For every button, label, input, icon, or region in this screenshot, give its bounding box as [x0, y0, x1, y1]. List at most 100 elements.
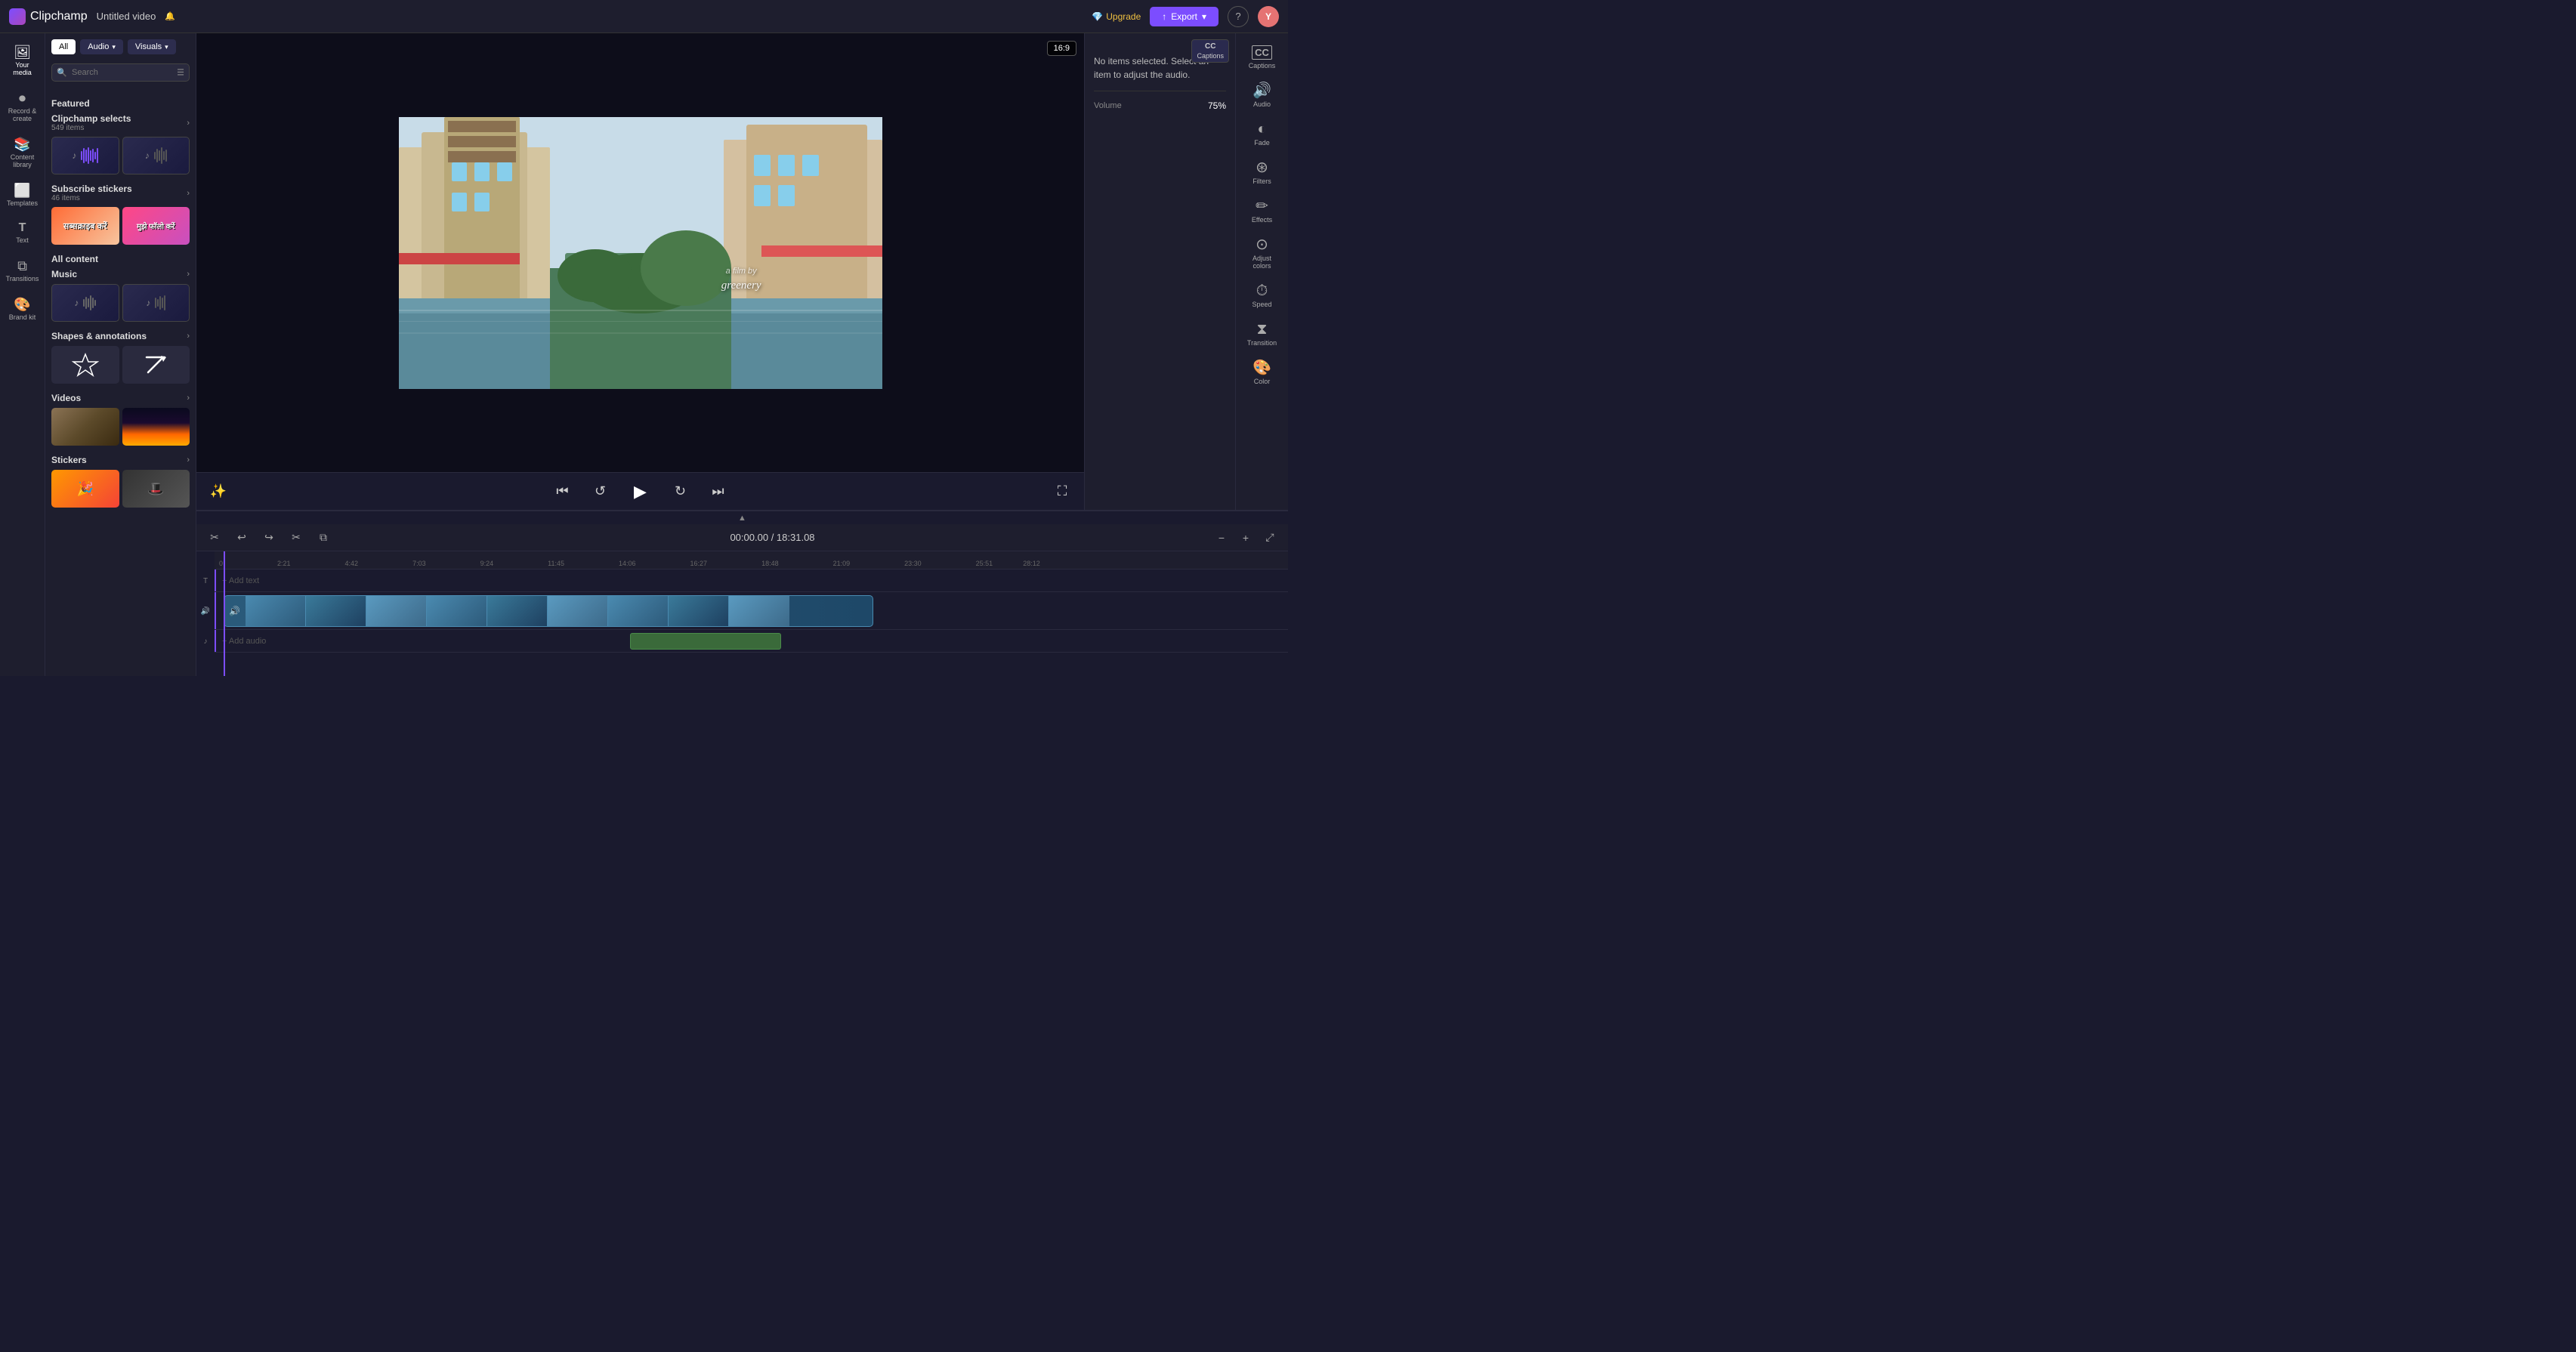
transition-right-icon: ⧗	[1256, 322, 1267, 337]
sidebar-item-text[interactable]: T Text	[3, 216, 42, 250]
clip-sound-icon: 🔊	[229, 606, 240, 616]
right-panel-effects[interactable]: ✏ Effects	[1240, 193, 1285, 230]
stickers-section-header[interactable]: Stickers ›	[51, 455, 190, 465]
undo-button[interactable]: ↩	[231, 527, 252, 548]
search-input[interactable]	[51, 63, 190, 82]
help-button[interactable]: ?	[1228, 6, 1249, 27]
music-thumb-1[interactable]: ♪	[51, 137, 119, 174]
volume-value: 75%	[1208, 100, 1226, 111]
sidebar-item-content-library[interactable]: 📚 Contentlibrary	[3, 131, 42, 174]
center-column: 16:9	[196, 33, 1288, 676]
videos-section-header[interactable]: Videos ›	[51, 393, 190, 403]
right-panel-speed[interactable]: ⏱ Speed	[1240, 277, 1285, 314]
sticker-item-2[interactable]: 🎩	[122, 470, 190, 508]
rewind-button[interactable]: ↺	[588, 479, 613, 505]
filter-audio-button[interactable]: Audio ▾	[80, 39, 123, 54]
scissors-tool-button[interactable]: ✂	[204, 527, 225, 548]
chevron-right-icon: ›	[187, 332, 190, 341]
your-media-icon: 🖼	[14, 45, 31, 59]
fit-timeline-button[interactable]: ⤢	[1259, 527, 1280, 548]
sticker-thumb-1[interactable]: सब्सक्राइब करें	[51, 207, 119, 245]
forward-button[interactable]: ↻	[668, 479, 693, 505]
speed-right-icon: ⏱	[1256, 283, 1268, 298]
right-panel-filters[interactable]: ⊛ Filters	[1240, 154, 1285, 191]
sidebar-item-record-create[interactable]: ⏺ Record &create	[3, 85, 42, 128]
aspect-ratio-badge[interactable]: 16:9	[1047, 41, 1076, 56]
text-icon: T	[19, 222, 26, 234]
skip-back-button[interactable]: ⏮	[550, 479, 576, 505]
add-text-button[interactable]: + Add text	[216, 576, 259, 585]
captions-button[interactable]: CC Captions	[1191, 39, 1229, 63]
sidebar-item-brand-kit[interactable]: 🎨 Brand kit	[3, 292, 42, 327]
zoom-out-button[interactable]: −	[1211, 527, 1232, 548]
featured-section-title: Featured	[51, 98, 190, 109]
playback-controls: ✨ ⏮ ↺ ▶ ↻ ⏭ ⛶	[196, 472, 1084, 510]
center-area: 16:9	[196, 33, 1084, 510]
chevron-right-icon: ›	[187, 189, 190, 198]
music-section-header[interactable]: Music ›	[51, 269, 190, 279]
chevron-right-icon: ›	[187, 119, 190, 128]
timeline-time-display: 00:00.00 / 18:31.08	[340, 532, 1205, 543]
sidebar-item-templates[interactable]: ⬜ Templates	[3, 177, 42, 213]
video-thumb-2[interactable]	[122, 408, 190, 446]
export-button[interactable]: ↑ Export ▾	[1150, 7, 1219, 26]
right-panel-audio[interactable]: 🔊 Audio	[1240, 77, 1285, 114]
video-title[interactable]: Untitled video	[97, 11, 156, 22]
fullscreen-button[interactable]: ⛶	[1049, 479, 1075, 505]
music-item-1[interactable]: ♪	[51, 284, 119, 322]
chevron-right-icon: ›	[187, 270, 190, 279]
shape-thumb-1[interactable]	[51, 346, 119, 384]
app-logo[interactable]: Clipchamp	[9, 8, 88, 25]
preview-row: 16:9	[196, 33, 1288, 510]
music-item-2[interactable]: ♪	[122, 284, 190, 322]
ruler-221: 2:21	[277, 560, 291, 567]
stickers-grid: 🎉 🎩	[51, 470, 190, 508]
skip-forward-button[interactable]: ⏭	[706, 479, 731, 505]
left-panel-content: Featured Clipchamp selects 549 items › ♪…	[45, 88, 196, 676]
sticker-thumb-2[interactable]: मुझे फॉलो करें	[122, 207, 190, 245]
sticker-item-1[interactable]: 🎉	[51, 470, 119, 508]
filters-right-icon: ⊛	[1256, 160, 1268, 175]
zoom-in-button[interactable]: +	[1235, 527, 1256, 548]
subscribe-stickers-grid: सब्सक्राइब करें मुझे फॉलो करें	[51, 207, 190, 245]
subscribe-stickers-header[interactable]: Subscribe stickers 46 items ›	[51, 184, 190, 202]
cut-button[interactable]: ✂	[286, 527, 307, 548]
right-panel-fade[interactable]: ◐ Fade	[1240, 116, 1285, 153]
filter-all-button[interactable]: All	[51, 39, 76, 54]
right-panel-adjust-colors[interactable]: ⊙ Adjustcolors	[1240, 231, 1285, 276]
clipchamp-selects-header[interactable]: Clipchamp selects 549 items ›	[51, 113, 190, 132]
filter-visuals-button[interactable]: Visuals ▾	[128, 39, 176, 54]
transitions-icon: ⧉	[17, 259, 27, 273]
ruler-703: 7:03	[412, 560, 426, 567]
right-panel-transition[interactable]: ⧗ Transition	[1240, 316, 1285, 353]
right-panel-captions[interactable]: CC Captions	[1240, 39, 1285, 76]
upgrade-button[interactable]: 💎 Upgrade	[1092, 11, 1141, 22]
export-chevron-icon: ▾	[1202, 11, 1206, 22]
sidebar-nav: 🖼 Your media ⏺ Record &create 📚 Contentl…	[0, 33, 45, 676]
playback-left-controls: ✨	[205, 479, 231, 505]
ruler-1406: 14:06	[619, 560, 636, 567]
redo-button[interactable]: ↪	[258, 527, 280, 548]
sort-icon[interactable]: ☰	[177, 68, 184, 78]
play-pause-button[interactable]: ▶	[625, 477, 656, 507]
add-audio-button[interactable]: + Add audio	[216, 637, 266, 646]
video-thumb-1[interactable]	[51, 408, 119, 446]
effects-right-icon: ✏	[1256, 199, 1268, 214]
sidebar-item-transitions[interactable]: ⧉ Transitions	[3, 253, 42, 289]
left-panel: All Audio ▾ Visuals ▾ 🔍 ☰ Featured Clipc…	[45, 33, 196, 676]
volume-label: Volume	[1094, 101, 1122, 110]
search-icon: 🔍	[57, 68, 67, 78]
audio-clip[interactable]	[630, 633, 781, 650]
user-avatar[interactable]: Y	[1258, 6, 1279, 27]
magic-edit-button[interactable]: ✨	[205, 479, 231, 505]
copy-button[interactable]: ⧉	[313, 527, 334, 548]
video-clip[interactable]: 🔊	[224, 595, 873, 627]
shape-thumb-2[interactable]	[122, 346, 190, 384]
music-thumb-2[interactable]: ♪	[122, 137, 190, 174]
timeline-collapse-button[interactable]: ▲	[196, 511, 1288, 526]
search-bar: 🔍 ☰	[51, 63, 190, 82]
shapes-grid	[51, 346, 190, 384]
right-panel-color[interactable]: 🎨 Color	[1240, 354, 1285, 391]
shapes-section-header[interactable]: Shapes & annotations ›	[51, 331, 190, 341]
sidebar-item-your-media[interactable]: 🖼 Your media	[3, 39, 42, 82]
